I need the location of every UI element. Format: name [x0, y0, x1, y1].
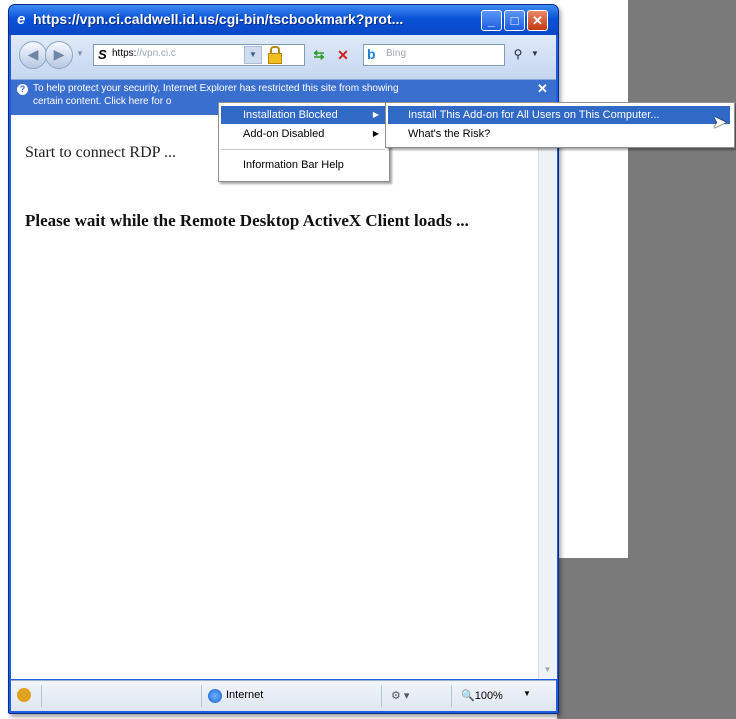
- status-bar: Internet ⚙ ▾ 🔍100% ▼: [11, 680, 556, 711]
- status-separator: [41, 685, 42, 707]
- forward-arrow-icon[interactable]: ▶: [45, 41, 73, 69]
- maximize-button[interactable]: □: [504, 10, 525, 31]
- title-bar[interactable]: e https://vpn.ci.caldwell.id.us/cgi-bin/…: [9, 5, 558, 35]
- menu-item-information-bar-help[interactable]: Information Bar Help: [221, 156, 385, 174]
- site-icon: S: [98, 47, 107, 62]
- zoom-dropdown-icon[interactable]: ▼: [523, 689, 531, 698]
- infobar-text-line1: To help protect your security, Internet …: [33, 83, 399, 94]
- history-dropdown-icon[interactable]: ▼: [76, 49, 84, 58]
- connect-status-text: Start to connect RDP ...: [25, 144, 176, 161]
- infobar-text-line2: certain content. Click here for o: [33, 96, 172, 107]
- search-placeholder: Bing: [386, 48, 407, 59]
- loading-message: Please wait while the Remote Desktop Act…: [25, 211, 469, 230]
- minimize-button[interactable]: _: [481, 10, 502, 31]
- mouse-pointer-icon: ➤: [712, 112, 728, 132]
- background-page: [557, 0, 628, 558]
- alert-icon[interactable]: [17, 688, 31, 702]
- infobar-context-menu: Installation Blocked ▶ Add-on Disabled ▶ I…: [218, 102, 390, 182]
- scroll-down-icon[interactable]: ▼: [540, 662, 555, 677]
- menu-item-install-addon-all-users[interactable]: Install This Add-on for All Users on Thi…: [388, 106, 730, 124]
- refresh-button[interactable]: ⇆: [309, 46, 329, 64]
- menu-item-installation-blocked[interactable]: Installation Blocked ▶: [221, 106, 385, 124]
- globe-icon: [208, 689, 222, 703]
- installation-submenu: Install This Add-on for All Users on Thi…: [385, 102, 735, 148]
- info-icon: ?: [17, 84, 28, 95]
- menu-item-whats-the-risk[interactable]: What's the Risk?: [388, 125, 730, 143]
- submenu-arrow-icon: ▶: [372, 129, 379, 138]
- status-separator: [451, 685, 452, 707]
- window-title: https://vpn.ci.caldwell.id.us/cgi-bin/ts…: [33, 11, 404, 27]
- lock-icon[interactable]: [266, 46, 282, 64]
- status-separator: [201, 685, 202, 707]
- search-dropdown-icon[interactable]: ▼: [531, 45, 543, 63]
- menu-separator: [221, 149, 385, 150]
- search-input[interactable]: b Bing: [363, 44, 505, 66]
- back-arrow-icon[interactable]: ◀: [19, 41, 47, 69]
- zoom-icon: 🔍: [461, 690, 475, 702]
- address-dropdown-icon[interactable]: ▼: [244, 46, 262, 64]
- page-content: Start to connect RDP ... Please wait whi…: [11, 115, 538, 679]
- address-bar[interactable]: S https://vpn.ci.c ▼: [93, 44, 305, 66]
- ie-icon: e: [17, 11, 26, 28]
- search-icon[interactable]: ⚲: [509, 45, 527, 63]
- stop-button[interactable]: ✕: [333, 46, 353, 64]
- address-text[interactable]: https://vpn.ci.c: [112, 48, 242, 59]
- security-zone-label: Internet: [226, 689, 264, 701]
- bing-icon: b: [367, 46, 376, 62]
- desktop-background-bottom: [557, 558, 628, 719]
- infobar-close-icon[interactable]: ✕: [537, 81, 548, 97]
- navigation-bar: ◀ ▶ ▼ S https://vpn.ci.c ▼ ⇆ ✕ b Bing ⚲ …: [11, 35, 556, 80]
- vertical-scrollbar[interactable]: ▼: [538, 115, 557, 679]
- submenu-arrow-icon: ▶: [372, 110, 379, 119]
- menu-item-addon-disabled[interactable]: Add-on Disabled ▶: [221, 125, 385, 143]
- status-separator: [381, 685, 382, 707]
- close-button[interactable]: ✕: [527, 10, 548, 31]
- zoom-level[interactable]: 🔍100%: [461, 689, 503, 702]
- protected-mode-icon[interactable]: ⚙ ▾: [391, 689, 409, 702]
